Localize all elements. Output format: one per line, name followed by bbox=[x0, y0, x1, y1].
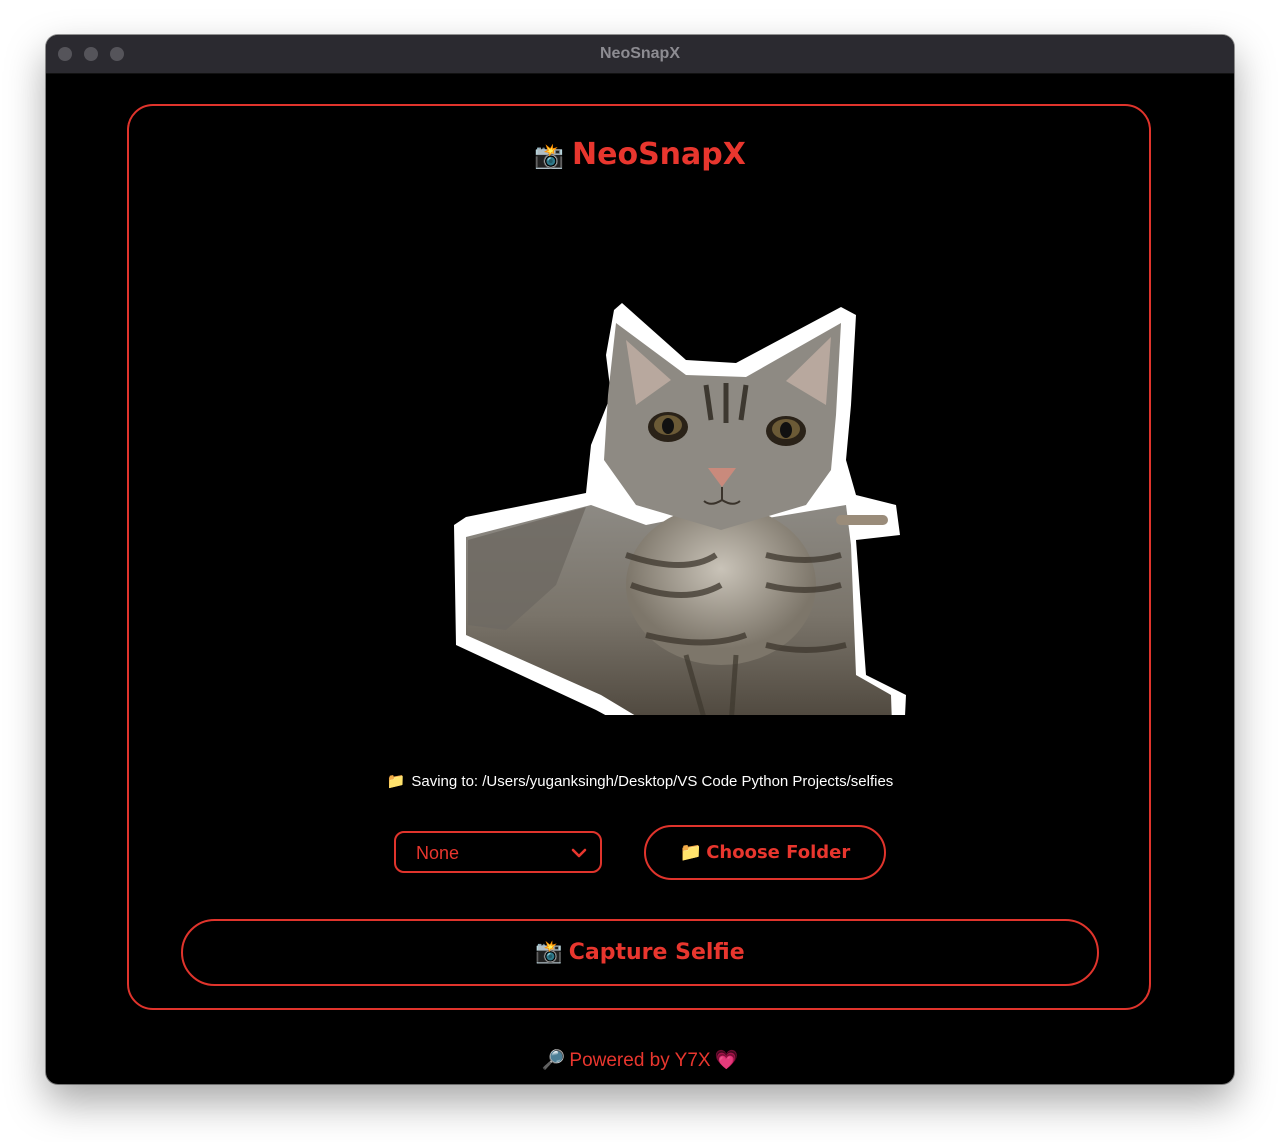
cat-collar bbox=[836, 515, 888, 525]
save-path-label: 📁 Saving to: /Users/yuganksingh/Desktop/V… bbox=[46, 772, 1234, 790]
camera-preview bbox=[454, 303, 906, 715]
choose-folder-button[interactable]: 📁 Choose Folder bbox=[644, 825, 886, 880]
title-bar: NeoSnapX bbox=[46, 35, 1234, 74]
camera-flash-icon: 📸 bbox=[534, 142, 564, 170]
app-heading-text: NeoSnapX bbox=[572, 137, 746, 172]
chevron-down-icon bbox=[571, 848, 587, 858]
window-title: NeoSnapX bbox=[599, 45, 680, 62]
footer-text: Powered by Y7X bbox=[569, 1050, 711, 1071]
app-window: NeoSnapX 📸 NeoSnapX 📁 Saving to: /Users/… bbox=[46, 35, 1234, 1084]
save-path-text: Saving to: /Users/yuganksingh/Desktop/VS… bbox=[411, 773, 894, 790]
footer-credit: 🔎 Powered by Y7X 💗 bbox=[46, 1048, 1234, 1072]
capture-selfie-label: Capture Selfie bbox=[568, 940, 745, 965]
filter-select[interactable]: None bbox=[394, 831, 602, 873]
heart-icon: 💗 bbox=[714, 1050, 739, 1071]
filter-select-value: None bbox=[416, 843, 460, 863]
app-heading: 📸 NeoSnapX bbox=[46, 137, 1234, 172]
capture-selfie-button[interactable]: 📸 Capture Selfie bbox=[181, 919, 1099, 986]
folder-icon: 📁 bbox=[386, 773, 406, 790]
camera-flash-icon: 📸 bbox=[535, 940, 563, 965]
choose-folder-label: Choose Folder bbox=[706, 842, 851, 863]
magnifier-icon: 🔎 bbox=[541, 1050, 566, 1071]
folder-icon: 📁 bbox=[679, 842, 703, 863]
